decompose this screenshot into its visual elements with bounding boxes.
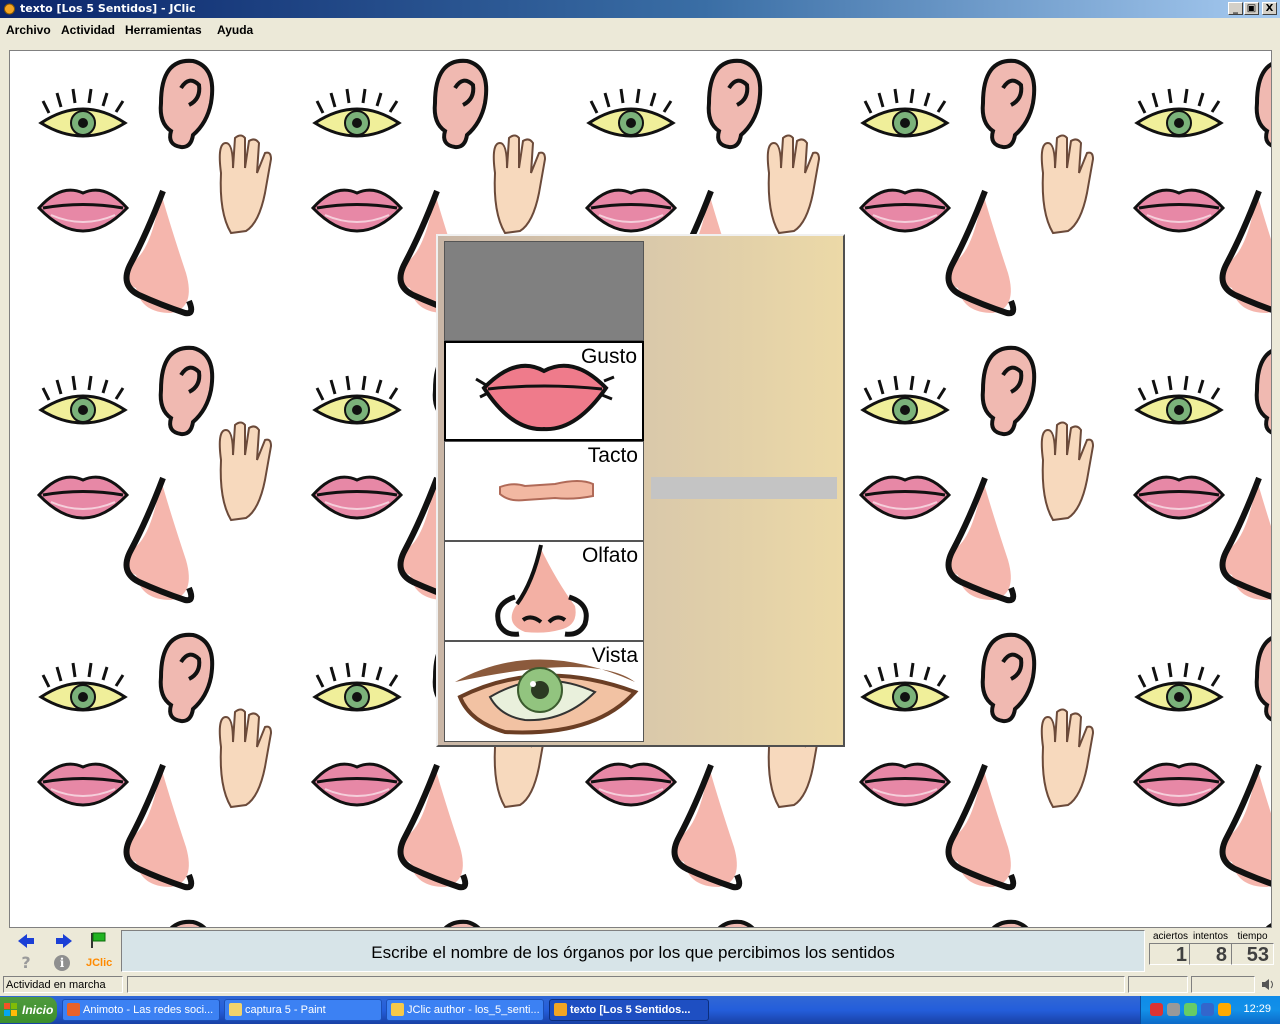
menu-herramientas[interactable]: Herramientas <box>125 23 202 37</box>
counter-aciertos: aciertos 1 <box>1149 931 1192 966</box>
counter-aciertos-label: aciertos <box>1152 931 1188 942</box>
minimize-button[interactable]: _ <box>1228 2 1243 15</box>
cell-label-tacto: Tacto <box>587 444 638 467</box>
cell-label-vista: Vista <box>591 644 638 667</box>
menu-actividad[interactable]: Actividad <box>61 23 115 37</box>
maximize-button[interactable]: ▣ <box>1244 2 1259 15</box>
tray-icon[interactable] <box>1167 1003 1180 1016</box>
close-button[interactable]: X <box>1262 2 1277 15</box>
task-label: captura 5 - Paint <box>245 1004 326 1016</box>
task-jclic-texto[interactable]: texto [Los 5 Sentidos... <box>549 999 709 1021</box>
cell-label-olfato: Olfato <box>581 544 638 567</box>
counter-tiempo-label: tiempo <box>1237 931 1268 942</box>
task-jclic-author[interactable]: JClic author - los_5_senti... <box>386 999 544 1021</box>
counter-aciertos-value: 1 <box>1149 943 1192 966</box>
tray-icon[interactable] <box>1201 1003 1214 1016</box>
jclic-app-icon <box>4 3 15 15</box>
tray-icon[interactable] <box>1218 1003 1231 1016</box>
jclic-icon <box>554 1003 567 1016</box>
task-animoto[interactable]: Animoto - Las redes soci... <box>62 999 220 1021</box>
status-segment <box>1128 976 1188 993</box>
info-button[interactable]: i <box>54 955 70 971</box>
flag-icon[interactable] <box>88 931 108 949</box>
counter-tiempo: tiempo 53 <box>1231 931 1274 966</box>
jclic-author-icon <box>391 1003 404 1016</box>
cell-grid: Gusto Tacto Olfato Vista <box>444 241 644 742</box>
windows-logo-icon <box>4 1003 17 1016</box>
cell-vista[interactable]: Vista <box>444 641 644 742</box>
window-title: texto [Los 5 Sentidos] - JClic <box>20 2 196 15</box>
menu-archivo[interactable]: Archivo <box>6 23 51 37</box>
answer-input[interactable] <box>651 477 837 499</box>
task-label: JClic author - los_5_senti... <box>407 1004 540 1016</box>
counter-intentos-value: 8 <box>1189 943 1232 966</box>
tray-icon[interactable] <box>1184 1003 1197 1016</box>
tray-icon[interactable] <box>1150 1003 1163 1016</box>
clock: 12:29 <box>1243 1003 1271 1015</box>
task-paint[interactable]: captura 5 - Paint <box>224 999 382 1021</box>
arrow-left-icon[interactable] <box>16 932 36 950</box>
status-text: Actividad en marcha <box>3 976 123 993</box>
windows-taskbar: Inicio Animoto - Las redes soci... captu… <box>0 996 1280 1024</box>
activity-message: Escribe el nombre de los órganos por los… <box>371 943 895 962</box>
start-button[interactable]: Inicio <box>0 997 57 1023</box>
system-tray: 12:29 <box>1140 996 1280 1024</box>
firefox-icon <box>67 1003 80 1016</box>
jclic-logo[interactable]: JClic <box>86 957 112 969</box>
title-bar: texto [Los 5 Sentidos] - JClic _ ▣ X <box>0 0 1280 18</box>
status-bar: Actividad en marcha <box>0 976 1280 994</box>
arrow-right-icon[interactable] <box>54 932 74 950</box>
speaker-icon[interactable] <box>1260 977 1276 992</box>
menu-ayuda[interactable]: Ayuda <box>217 23 253 37</box>
paint-icon <box>229 1003 242 1016</box>
counter-intentos-label: intentos <box>1192 931 1229 942</box>
activity-panel: Gusto Tacto Olfato Vista <box>436 234 845 747</box>
cell-tacto[interactable]: Tacto <box>444 441 644 541</box>
cell-label-gusto: Gusto <box>580 345 637 368</box>
start-label: Inicio <box>22 1003 54 1017</box>
menu-bar: Archivo Actividad Herramientas Ayuda <box>0 19 1280 40</box>
status-segment <box>1191 976 1255 993</box>
cell-olfato[interactable]: Olfato <box>444 541 644 641</box>
message-box: Escribe el nombre de los órganos por los… <box>121 930 1145 972</box>
task-label: texto [Los 5 Sentidos... <box>570 1004 691 1016</box>
status-progress <box>127 976 1125 993</box>
counter-tiempo-value: 53 <box>1231 943 1274 966</box>
task-label: Animoto - Las redes soci... <box>83 1004 214 1016</box>
empty-cell <box>444 241 644 341</box>
help-button[interactable]: ? <box>17 954 35 972</box>
cell-gusto[interactable]: Gusto <box>444 341 644 441</box>
counter-intentos: intentos 8 <box>1189 931 1232 966</box>
activity-stage: Gusto Tacto Olfato Vista <box>9 50 1272 928</box>
